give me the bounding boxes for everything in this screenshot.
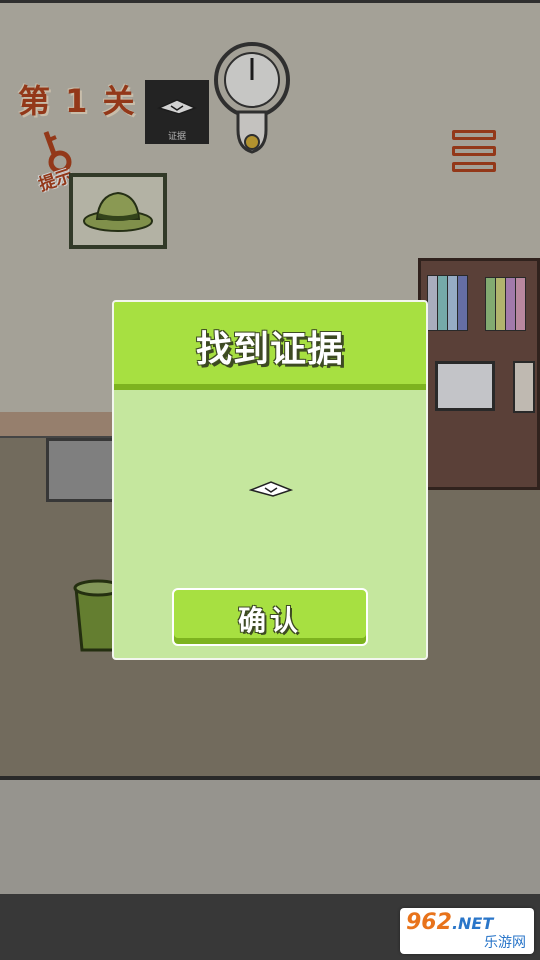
dialog-header: 找到证据	[114, 302, 426, 390]
confirm-button[interactable]: 确认	[172, 588, 368, 646]
dialog-title: 找到证据	[195, 329, 344, 370]
watermark-subtitle: 乐游网	[484, 935, 526, 951]
site-watermark: 962.NET 乐游网	[400, 908, 534, 954]
evidence-found-dialog: 找到证据 确认	[112, 300, 428, 660]
watermark-brand: 962.NET	[406, 910, 494, 935]
confirm-label: 确认	[237, 604, 302, 637]
folded-paper-icon	[249, 481, 293, 497]
